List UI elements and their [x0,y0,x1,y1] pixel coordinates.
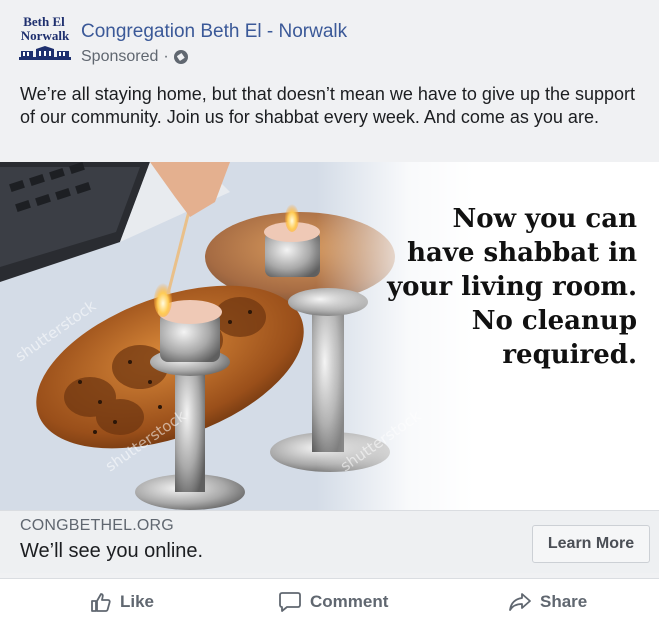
logo-line-2: Norwalk [20,28,70,43]
share-button[interactable]: Share [508,579,587,625]
like-label: Like [120,592,155,611]
comment-icon [279,592,301,612]
page-name-link[interactable]: Congregation Beth El - Norwalk [81,21,347,43]
meta-separator: · [163,48,169,65]
like-button[interactable]: Like [90,579,154,625]
share-label: Share [540,592,588,611]
sponsored-label[interactable]: Sponsored [81,48,158,66]
link-preview[interactable]: CONGBETHEL.ORG We’ll see you online. Lea… [0,510,659,573]
post-meta: Sponsored · [81,48,188,66]
link-domain: CONGBETHEL.ORG [20,517,174,534]
link-headline: We’ll see you online. [20,540,204,562]
post-actions: Like Comment Share [0,578,659,628]
post-header: Beth El Norwalk Congregation Beth El - N… [0,0,659,78]
overlay-line: have shabbat in [407,238,637,268]
thumbs-up-icon [91,593,111,612]
learn-more-button[interactable]: Learn More [532,525,650,563]
synagogue-icon [19,46,71,60]
ad-image[interactable]: shutterstock shutterstock shutterstock N… [0,162,659,510]
globe-icon [173,50,188,64]
overlay-line: required. [502,340,637,370]
logo-line-1: Beth El [23,14,65,29]
share-arrow-icon [509,593,531,611]
overlay-line: your living room. [387,272,637,302]
overlay-line: No cleanup [471,306,637,336]
page-logo[interactable]: Beth El Norwalk [19,15,71,67]
ad-overlay-text: Now you can have shabbat in your living … [337,202,637,372]
comment-label: Comment [310,592,389,611]
post-text: We’re all staying home, but that doesn’t… [20,84,636,127]
comment-button[interactable]: Comment [278,579,388,625]
overlay-line: Now you can [452,204,637,234]
